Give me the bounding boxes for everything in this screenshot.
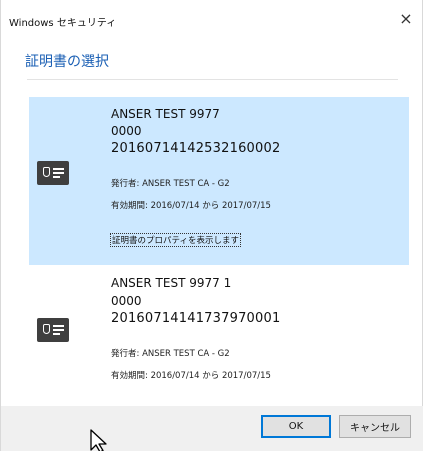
- ok-button[interactable]: OK: [261, 415, 331, 438]
- certificate-name: ANSER TEST 9977 1: [111, 276, 232, 290]
- certificate-id: 20160714142532160002: [111, 141, 281, 156]
- certificate-properties-link[interactable]: 証明書のプロパティを表示します: [110, 233, 241, 247]
- certificate-id: 20160714141737970001: [111, 311, 281, 326]
- certificate-icon: [37, 318, 69, 342]
- certificate-name: ANSER TEST 9977: [111, 107, 220, 121]
- close-icon: ×: [399, 8, 413, 28]
- close-button[interactable]: ×: [388, 4, 423, 32]
- dialog-heading: 証明書の選択: [25, 54, 109, 70]
- title-bar: Windows セキュリティ ×: [1, 0, 423, 36]
- certificate-dialog: Windows セキュリティ × 証明書の選択 ANSER TEST 9977 …: [0, 0, 423, 451]
- certificate-issuer: 発行者: ANSER TEST CA - G2: [111, 349, 230, 359]
- certificate-icon: [37, 161, 69, 185]
- certificate-validity: 有効期間: 2016/07/14 から 2017/07/15: [111, 371, 271, 381]
- certificate-validity: 有効期間: 2016/07/14 から 2017/07/15: [111, 201, 271, 211]
- certificate-issuer: 発行者: ANSER TEST CA - G2: [111, 179, 230, 189]
- cancel-button[interactable]: キャンセル: [339, 415, 411, 438]
- certificate-serial: 0000: [111, 294, 142, 308]
- certificate-item-2[interactable]: ANSER TEST 9977 1 0000 20160714141737970…: [29, 268, 409, 394]
- divider: [27, 79, 398, 80]
- certificate-serial: 0000: [111, 124, 142, 138]
- certificate-item-1[interactable]: ANSER TEST 9977 0000 2016071414253216000…: [29, 97, 409, 265]
- window-title: Windows セキュリティ: [9, 18, 117, 29]
- mouse-cursor-icon: [90, 429, 107, 451]
